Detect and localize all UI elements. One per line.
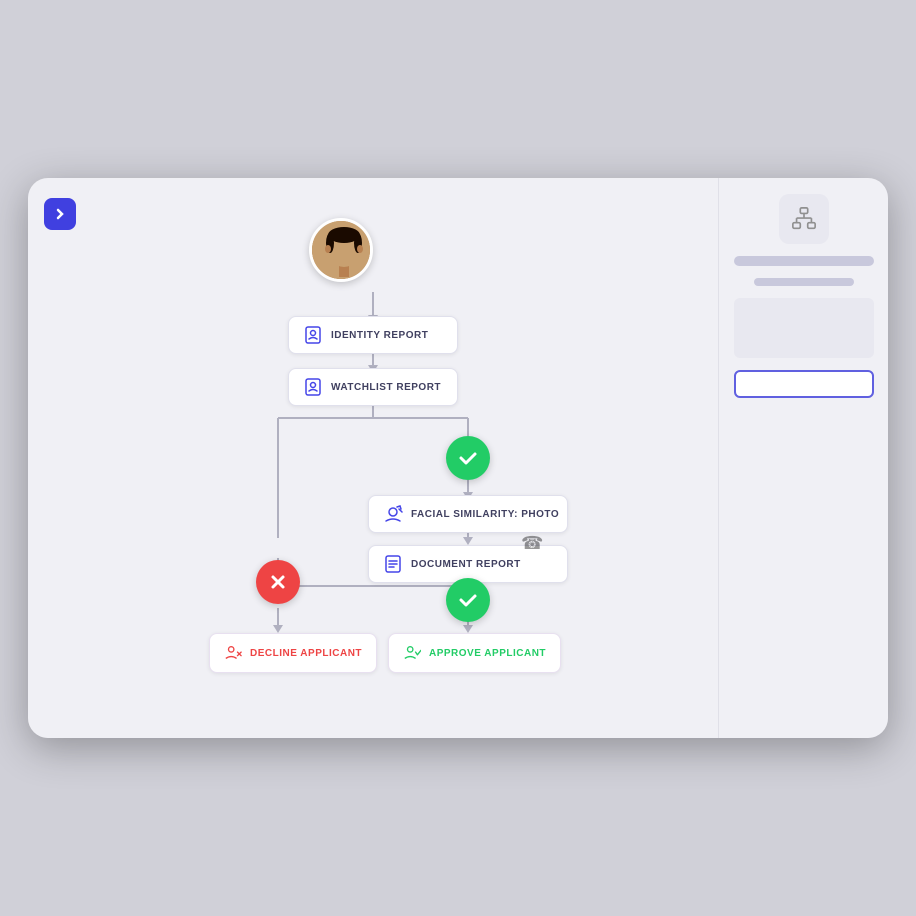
identity-report-node[interactable]: IDENTITY REPORT	[288, 316, 458, 354]
facial-similarity-node[interactable]: FACIAL SIMILARITY: PHOTO	[368, 495, 568, 533]
facial-similarity-label: FACIAL SIMILARITY: PHOTO	[411, 509, 559, 520]
approve-applicant-node[interactable]: APPROVE APPLICANT	[388, 633, 561, 673]
identity-report-label: IDENTITY REPORT	[331, 330, 428, 341]
watchlist-report-node[interactable]: WATCHLIST REPORT	[288, 368, 458, 406]
approve-decision-1	[446, 436, 490, 480]
avatar	[309, 218, 373, 282]
sidebar-placeholder-1	[734, 298, 874, 358]
decline-applicant-label: DECLINE APPLICANT	[250, 648, 362, 659]
network-diagram-button[interactable]	[779, 194, 829, 244]
sidebar-input-field[interactable]	[734, 370, 874, 398]
decline-decision	[256, 560, 300, 604]
flow-container: IDENTITY REPORT WATCHLIST REPORT	[28, 178, 718, 738]
watchlist-report-label: WATCHLIST REPORT	[331, 382, 441, 393]
decline-applicant-node[interactable]: DECLINE APPLICANT	[209, 633, 377, 673]
sidebar-bar-2	[754, 278, 854, 286]
approve-decision-2	[446, 578, 490, 622]
cursor-hint: ☎	[521, 533, 543, 554]
document-report-label: DOCUMENT REPORT	[411, 559, 521, 570]
canvas-area: IDENTITY REPORT WATCHLIST REPORT	[28, 178, 718, 738]
sidebar-toggle-button[interactable]	[44, 198, 76, 230]
flow-inner: IDENTITY REPORT WATCHLIST REPORT	[123, 208, 623, 708]
sidebar-bar-1	[734, 256, 874, 266]
approve-applicant-label: APPROVE APPLICANT	[429, 648, 546, 659]
right-sidebar	[718, 178, 888, 738]
avatar-image	[312, 221, 370, 279]
device-frame: IDENTITY REPORT WATCHLIST REPORT	[28, 178, 888, 738]
